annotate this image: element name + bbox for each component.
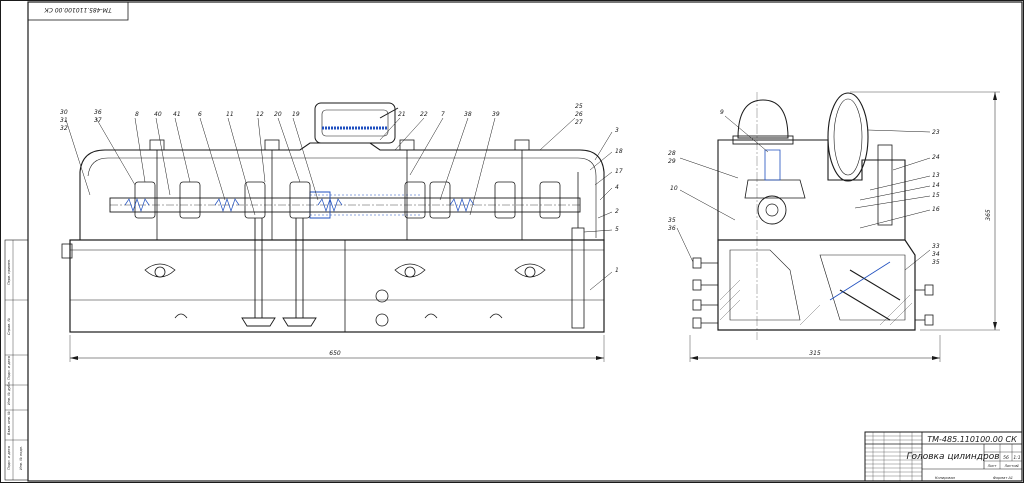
side-label-13: 13	[932, 172, 940, 179]
cylinder-head-body	[69, 239, 605, 333]
label-7: 7	[441, 111, 445, 118]
label-19: 19	[292, 111, 300, 118]
strip-text-6: Инв. № подл.	[19, 446, 23, 470]
label-37: 37	[94, 117, 102, 124]
top-code-box: ТМ-485.110100.00 СК	[27, 1, 129, 21]
side-label-35: 35	[668, 217, 676, 224]
left-strip: Перв. примен. Справ. № Подп. и дата Инв.…	[4, 239, 29, 481]
outer-border	[0, 0, 1024, 483]
label-30: 30	[60, 109, 68, 116]
title-block-format: Формат А1	[993, 476, 1013, 480]
title-block-sheet-no: 1	[1017, 464, 1019, 468]
label-31: 31	[60, 117, 68, 124]
side-width-dimension-text: 315	[809, 350, 821, 357]
label-41: 41	[173, 111, 181, 118]
title-block: ТМ-485.110100.00 СК Головка цилиндров 56…	[864, 431, 1023, 482]
strip-text-1: Справ. №	[7, 318, 11, 335]
side-label-14: 14	[932, 182, 940, 189]
strip-text-4: Взам. инв. №	[7, 411, 11, 435]
title-block-code: ТМ-485.110100.00 СК	[927, 435, 1017, 444]
side-label-35b: 35	[932, 259, 940, 266]
label-27: 27	[575, 119, 583, 126]
side-label-28: 28	[668, 150, 676, 157]
label-6: 6	[198, 111, 202, 118]
top-code-text: ТМ-485.110100.00 СК	[44, 6, 112, 13]
title-block-sheets-label: Листов	[1003, 464, 1017, 468]
side-label-15: 15	[932, 192, 940, 199]
side-label-24: 24	[932, 154, 940, 161]
label-3: 3	[615, 127, 619, 134]
label-25: 25	[575, 103, 583, 110]
title-block-scale: 1:1	[1013, 455, 1020, 461]
label-32: 32	[60, 125, 68, 132]
valve-cover	[79, 142, 605, 241]
label-18: 18	[615, 148, 623, 155]
strip-text-0: Перв. примен.	[7, 259, 11, 285]
title-block-name: Головка цилиндров	[906, 452, 999, 462]
label-22: 22	[420, 111, 428, 118]
label-4: 4	[615, 184, 619, 191]
label-36: 36	[94, 109, 102, 116]
side-label-34: 34	[932, 251, 940, 258]
label-26: 26	[575, 111, 583, 118]
title-block-sheet-label: Лист	[987, 464, 998, 468]
side-label-10: 10	[670, 185, 678, 192]
label-39: 39	[492, 111, 500, 118]
label-40: 40	[154, 111, 162, 118]
title-block-mass: 56	[1003, 455, 1009, 461]
strip-text-2: Подп. и дата	[7, 356, 11, 380]
inner-frame	[27, 1, 1023, 482]
label-5: 5	[615, 226, 619, 233]
label-11: 11	[226, 111, 234, 118]
label-12: 12	[256, 111, 264, 118]
title-block-copied: Копировал	[935, 476, 956, 480]
assembly-drawing-sheet: ТМ-485.110100.00 СК Перв. примен. Справ.…	[0, 0, 1024, 483]
side-label-36: 36	[668, 225, 676, 232]
label-38: 38	[464, 111, 472, 118]
label-20: 20	[274, 111, 282, 118]
side-label-33: 33	[932, 243, 940, 250]
side-label-16: 16	[932, 206, 940, 213]
side-label-29: 29	[668, 158, 676, 165]
label-17: 17	[615, 168, 623, 175]
front-dimension-text: 650	[329, 350, 341, 357]
side-head-body	[717, 239, 916, 331]
side-view: 315 365 9 28 29 10 35 36 23 24 13 14 15 …	[668, 91, 1000, 362]
label-2: 2	[615, 208, 619, 215]
side-height-dimension-text: 365	[985, 209, 992, 221]
label-8: 8	[135, 111, 139, 118]
side-label-23: 23	[932, 129, 940, 136]
strip-text-5: Подп. и дата	[7, 446, 11, 470]
side-label-9: 9	[720, 109, 724, 116]
label-21: 21	[398, 111, 406, 118]
label-1: 1	[615, 267, 619, 274]
dome-cap	[737, 99, 789, 139]
strip-text-3: Инв. № дубл.	[7, 381, 11, 405]
front-view: 650 30 31 32 36 37 8 40 41 6 11 12 20 19…	[60, 102, 623, 362]
